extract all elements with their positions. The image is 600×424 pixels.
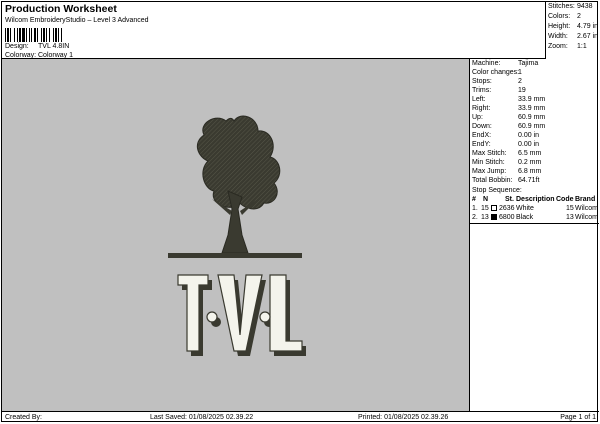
info-row: EndY: 0.00 in	[472, 141, 540, 148]
page-number: Page 1 of 1	[560, 414, 596, 421]
divider-bar	[168, 253, 302, 258]
summary-row: Width: 2.67 in	[548, 33, 599, 40]
worksheet-header: Production Worksheet Wilcom EmbroiderySt…	[2, 2, 545, 59]
info-row: Color changes:1	[472, 69, 522, 76]
info-row: Max Stitch: 6.5 mm	[472, 150, 542, 157]
info-row: Min Stitch: 0.2 mm	[472, 159, 542, 166]
info-row: EndX: 0.00 in	[472, 132, 540, 139]
thread-swatch	[491, 214, 497, 220]
design-value: TVL 4.8IN	[38, 43, 70, 50]
worksheet: Production Worksheet Wilcom EmbroiderySt…	[1, 1, 599, 423]
summary-row: Colors: 2	[548, 13, 581, 20]
summary-row: Stitches: 9438	[548, 3, 593, 10]
info-row: Max Jump: 6.8 mm	[472, 168, 542, 175]
embroidery-design	[168, 115, 306, 356]
info-row: Machine: Tajima	[472, 60, 539, 67]
summary-panel: Stitches: 9438 Colors: 2 Height: 4.79 in Wi…	[545, 2, 599, 59]
stop-sequence-title: Stop Sequence:	[472, 187, 522, 194]
machine-info-panel: Machine: Tajima Color changes:1 Stops: 2 T…	[470, 59, 599, 411]
summary-row: Zoom: 1:1	[548, 43, 587, 50]
design-label: Design:	[5, 43, 29, 50]
page-title: Production Worksheet	[5, 3, 117, 15]
info-row: Right: 33.9 mm	[472, 105, 546, 112]
design-line: Design: TVL 4.8IN	[5, 43, 69, 50]
info-row: Trims: 19	[472, 87, 526, 94]
colorway-value: Colorway 1	[38, 52, 74, 59]
created-by: Created By:	[5, 414, 42, 421]
colorway-label: Colorway:	[5, 52, 37, 59]
software-name: Wilcom EmbroideryStudio – Level 3 Advanc…	[5, 17, 149, 24]
last-saved: Last Saved: 01/08/2025 02.39.22	[150, 414, 254, 421]
worksheet-footer: Created By: Last Saved: 01/08/2025 02.39…	[2, 411, 599, 423]
divider	[470, 223, 599, 224]
printed-date: Printed: 01/08/2025 02.39.26	[358, 414, 449, 421]
colorway-line: Colorway: Colorway 1	[5, 52, 73, 59]
summary-row: Height: 4.79 in	[548, 23, 599, 30]
info-row: Stops: 2	[472, 78, 522, 85]
design-preview	[2, 59, 470, 411]
tree-icon	[196, 115, 281, 254]
barcode	[5, 28, 62, 42]
info-row: Up: 60.9 mm	[472, 114, 546, 121]
info-row: Total Bobbin: 64.71ft	[472, 177, 540, 184]
info-row: Left: 33.9 mm	[472, 96, 546, 103]
thread-swatch	[491, 205, 497, 211]
info-row: Down: 60.9 mm	[472, 123, 546, 130]
monogram	[177, 274, 306, 356]
